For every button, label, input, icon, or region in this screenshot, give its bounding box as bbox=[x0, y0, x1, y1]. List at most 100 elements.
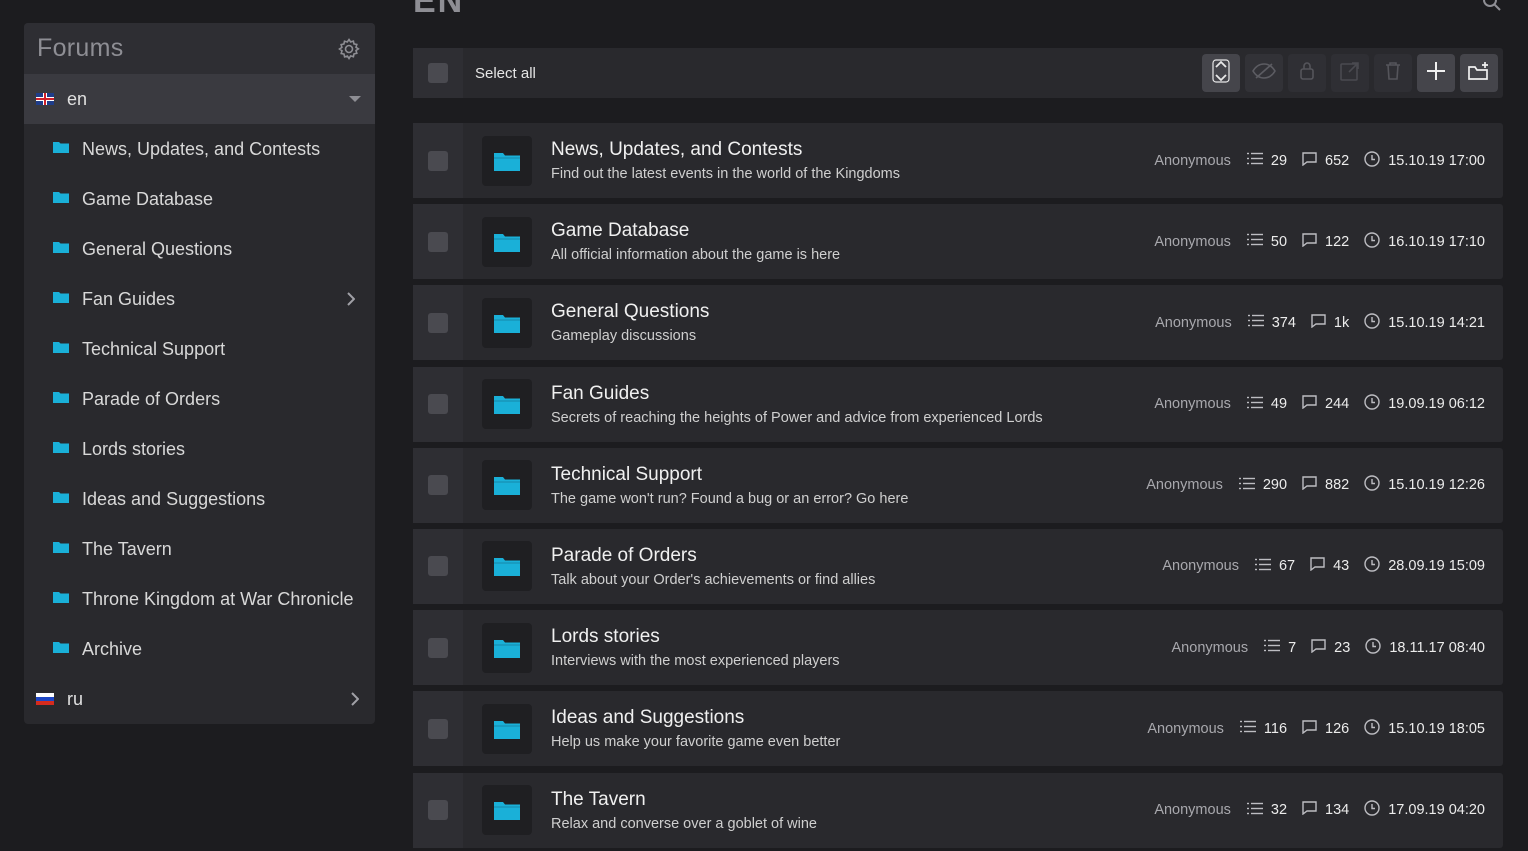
sidebar-item-label: Game Database bbox=[82, 188, 214, 209]
sidebar-item[interactable]: Game Database bbox=[24, 174, 375, 224]
row-checkbox[interactable] bbox=[428, 312, 448, 333]
delete-button[interactable] bbox=[1374, 54, 1412, 92]
language-ru[interactable]: ru bbox=[24, 674, 375, 724]
forum-row[interactable]: General Questions Gameplay discussions Ano… bbox=[413, 285, 1503, 361]
add-icon bbox=[1426, 61, 1446, 86]
sidebar-item-label: News, Updates, and Contests bbox=[82, 138, 321, 159]
sidebar-item[interactable]: Technical Support bbox=[24, 324, 375, 374]
forum-title[interactable]: Fan Guides bbox=[551, 383, 1154, 405]
row-checkbox[interactable] bbox=[428, 150, 448, 171]
sidebar-item[interactable]: Lords stories bbox=[24, 424, 375, 474]
forum-row[interactable]: Lords stories Interviews with the most ex… bbox=[413, 610, 1503, 686]
row-checkbox[interactable] bbox=[428, 231, 448, 252]
chevron-down-icon[interactable] bbox=[347, 91, 363, 107]
forum-title[interactable]: Game Database bbox=[551, 220, 1154, 242]
forum-author: Anonymous bbox=[1154, 233, 1231, 250]
forum-row[interactable]: Fan Guides Secrets of reaching the height… bbox=[413, 366, 1503, 442]
forum-stats: Anonymous 50 122 16.10.19 17:10 bbox=[1154, 231, 1485, 252]
forum-stats: Anonymous 32 134 17.09.19 04:20 bbox=[1154, 800, 1485, 820]
posts-value: 652 bbox=[1325, 152, 1350, 169]
row-checkbox[interactable] bbox=[428, 556, 448, 577]
sidebar-item[interactable]: Throne Kingdom at War Chronicle bbox=[24, 574, 375, 624]
topics-count: 29 bbox=[1246, 152, 1287, 169]
folder-icon bbox=[53, 190, 69, 208]
folder-icon bbox=[482, 785, 532, 835]
language-label: en bbox=[67, 88, 88, 109]
forum-title[interactable]: General Questions bbox=[551, 301, 1155, 323]
posts-value: 23 bbox=[1334, 639, 1351, 656]
last-post-time: 16.10.19 17:10 bbox=[1364, 231, 1485, 252]
list-icon bbox=[1238, 477, 1263, 494]
row-checkbox[interactable] bbox=[428, 800, 448, 820]
forum-row[interactable]: Technical Support The game won't run? Fou… bbox=[413, 447, 1503, 523]
new-folder-button[interactable] bbox=[1460, 54, 1498, 92]
posts-value: 882 bbox=[1325, 477, 1350, 494]
posts-count: 23 bbox=[1311, 638, 1351, 657]
select-all-checkbox[interactable] bbox=[428, 63, 448, 83]
folder-icon bbox=[482, 379, 532, 430]
topics-count: 7 bbox=[1264, 639, 1296, 656]
forum-row[interactable]: The Tavern Relax and converse over a gobl… bbox=[413, 772, 1503, 848]
sidebar-item[interactable]: News, Updates, and Contests bbox=[24, 124, 375, 174]
folder-icon bbox=[482, 622, 532, 673]
sidebar-item[interactable]: General Questions bbox=[24, 224, 375, 274]
forum-title[interactable]: Technical Support bbox=[551, 464, 1146, 486]
chevron-right-icon[interactable] bbox=[343, 291, 359, 307]
search-icon[interactable] bbox=[1482, 0, 1502, 17]
sidebar-item-label: Archive bbox=[82, 638, 143, 659]
forum-author: Anonymous bbox=[1162, 558, 1239, 575]
sidebar-item[interactable]: Fan Guides bbox=[24, 274, 375, 324]
chevron-right-icon[interactable] bbox=[347, 691, 363, 707]
forum-title[interactable]: Parade of Orders bbox=[551, 545, 1162, 567]
posts-value: 43 bbox=[1333, 558, 1350, 575]
forum-row[interactable]: Ideas and Suggestions Help us make your f… bbox=[413, 691, 1503, 767]
gear-icon[interactable] bbox=[336, 36, 362, 62]
sidebar-item[interactable]: Parade of Orders bbox=[24, 374, 375, 424]
last-post-value: 15.10.19 14:21 bbox=[1388, 314, 1485, 331]
forum-title[interactable]: The Tavern bbox=[551, 789, 1154, 811]
comment-icon bbox=[1311, 314, 1334, 332]
comment-icon bbox=[1311, 638, 1334, 657]
folder-icon bbox=[482, 216, 532, 267]
list-icon bbox=[1247, 314, 1272, 331]
sidebar-item[interactable]: Ideas and Suggestions bbox=[24, 474, 375, 524]
row-checkbox[interactable] bbox=[428, 475, 448, 496]
forum-title[interactable]: Lords stories bbox=[551, 626, 1172, 648]
forum-title[interactable]: Ideas and Suggestions bbox=[551, 707, 1147, 729]
add-button[interactable] bbox=[1417, 54, 1455, 92]
sidebar-item[interactable]: The Tavern bbox=[24, 524, 375, 574]
forum-row[interactable]: News, Updates, and Contests Find out the … bbox=[413, 123, 1503, 198]
row-checkbox[interactable] bbox=[428, 637, 448, 658]
move-button[interactable] bbox=[1331, 54, 1369, 92]
forum-row[interactable]: Game Database All official information ab… bbox=[413, 204, 1503, 280]
row-checkbox-cell bbox=[413, 691, 463, 767]
sidebar-header: Forums bbox=[24, 23, 375, 74]
forums-sidebar: Forums en News, Updates, and Contests Gam… bbox=[24, 23, 375, 724]
folder-icon bbox=[482, 460, 532, 511]
folder-icon bbox=[53, 290, 69, 308]
lock-icon bbox=[1299, 61, 1315, 86]
last-post-value: 16.10.19 17:10 bbox=[1388, 233, 1485, 250]
row-checkbox[interactable] bbox=[428, 718, 448, 739]
comment-icon bbox=[1302, 720, 1325, 738]
last-post-value: 18.11.17 08:40 bbox=[1389, 639, 1485, 656]
forum-description: Secrets of reaching the heights of Power… bbox=[551, 409, 1043, 426]
sort-button[interactable] bbox=[1202, 54, 1240, 92]
hide-button[interactable] bbox=[1245, 54, 1283, 92]
sidebar-item-label: Lords stories bbox=[82, 438, 186, 459]
sidebar-item[interactable]: Archive bbox=[24, 624, 375, 674]
topics-value: 50 bbox=[1270, 233, 1288, 250]
row-checkbox-cell bbox=[413, 285, 463, 361]
folder-icon bbox=[482, 703, 532, 754]
forum-text: General Questions Gameplay discussions bbox=[551, 301, 1155, 344]
forum-stats: Anonymous 67 43 28.09.19 15:09 bbox=[1162, 556, 1485, 576]
page-title: EN bbox=[413, 0, 465, 20]
language-en[interactable]: en bbox=[24, 74, 375, 124]
forum-author: Anonymous bbox=[1146, 477, 1223, 494]
row-checkbox[interactable] bbox=[428, 394, 448, 415]
lock-button[interactable] bbox=[1288, 54, 1326, 92]
forum-title[interactable]: News, Updates, and Contests bbox=[551, 139, 1154, 161]
forum-row[interactable]: Parade of Orders Talk about your Order's … bbox=[413, 528, 1503, 604]
folder-icon bbox=[53, 640, 69, 658]
forum-author: Anonymous bbox=[1154, 802, 1231, 818]
